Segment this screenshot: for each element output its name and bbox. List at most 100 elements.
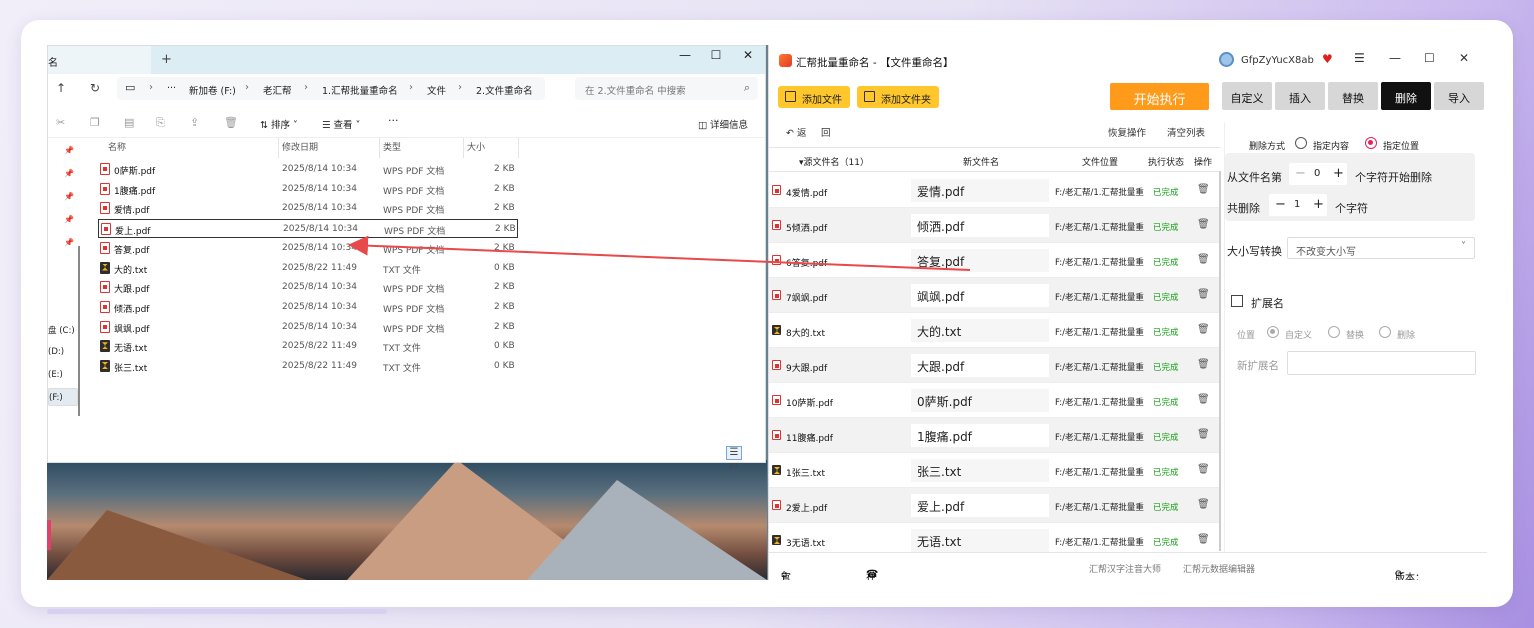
delete-row-icon[interactable]: 🗑: [1197, 324, 1210, 335]
file-row[interactable]: 大跟.pdf 2025/8/14 10:34 WPS PDF 文档 2 KB: [98, 278, 518, 297]
maximize-button[interactable]: ☐: [704, 48, 728, 62]
pin-icon[interactable]: 📌: [64, 146, 74, 155]
delete-row-icon[interactable]: 🗑: [1197, 429, 1210, 440]
breadcrumb-drive[interactable]: 新加卷 (F:): [189, 83, 236, 97]
decrement-icon[interactable]: −: [1275, 197, 1286, 212]
delete-row-icon[interactable]: 🗑: [1197, 289, 1210, 300]
extension-checkbox[interactable]: [1231, 295, 1243, 307]
rename-row[interactable]: 4爱情.pdf 爱情.pdf F:/老汇帮/1.汇帮批量重 已完成 🗑: [769, 173, 1221, 208]
pinyin-app-link[interactable]: 汇帮汉字注音大师: [1089, 562, 1161, 575]
tab-delete[interactable]: 删除: [1381, 82, 1431, 110]
from-stepper[interactable]: − 0 +: [1289, 163, 1347, 185]
add-folder-button[interactable]: 添加文件夹: [857, 86, 939, 108]
maximize-button[interactable]: ☐: [1424, 51, 1435, 65]
pin-icon[interactable]: 📌: [64, 192, 74, 201]
file-row[interactable]: 1腹痛.pdf 2025/8/14 10:34 WPS PDF 文档 2 KB: [98, 180, 518, 199]
close-button[interactable]: ✕: [736, 48, 760, 62]
tab-insert[interactable]: 插入: [1275, 82, 1325, 110]
rename-row[interactable]: 7飒飒.pdf 飒飒.pdf F:/老汇帮/1.汇帮批量重 已完成 🗑: [769, 278, 1221, 313]
more-crumbs[interactable]: ···: [167, 83, 176, 94]
radio-ext-delete-label[interactable]: 删除: [1397, 328, 1415, 341]
close-button[interactable]: ✕: [1459, 51, 1469, 65]
minimize-button[interactable]: —: [673, 48, 697, 62]
breadcrumb-files[interactable]: 文件: [427, 83, 446, 97]
breadcrumb-laohuibang[interactable]: 老汇帮: [263, 83, 292, 97]
delete-row-icon[interactable]: 🗑: [1197, 184, 1210, 195]
drive-e[interactable]: (E:): [48, 370, 63, 380]
rename-row[interactable]: 3无语.txt 无语.txt F:/老汇帮/1.汇帮批量重 已完成 🗑: [769, 523, 1221, 552]
file-row[interactable]: 爱上.pdf 2025/8/14 10:34 WPS PDF 文档 2 KB: [98, 219, 518, 239]
file-row[interactable]: 大的.txt 2025/8/22 11:49 TXT 文件 0 KB: [98, 259, 518, 278]
delete-icon[interactable]: 🗑: [224, 116, 238, 129]
metadata-app-link[interactable]: 汇帮元数据编辑器: [1183, 562, 1255, 575]
delete-row-icon[interactable]: 🗑: [1197, 359, 1210, 370]
add-file-button[interactable]: 添加文件: [778, 86, 850, 108]
rename-row[interactable]: 2爱上.pdf 爱上.pdf F:/老汇帮/1.汇帮批量重 已完成 🗑: [769, 488, 1221, 523]
minimize-button[interactable]: —: [1389, 51, 1401, 65]
rename-row[interactable]: 9大跟.pdf 大跟.pdf F:/老汇帮/1.汇帮批量重 已完成 🗑: [769, 348, 1221, 383]
file-row[interactable]: 飒飒.pdf 2025/8/14 10:34 WPS PDF 文档 2 KB: [98, 318, 518, 337]
tab-replace[interactable]: 替换: [1328, 82, 1378, 110]
paste-icon[interactable]: ▤: [124, 116, 134, 129]
restore-button[interactable]: 恢复操作: [1108, 125, 1146, 139]
refresh-icon[interactable]: ↻: [90, 81, 100, 95]
drive-c[interactable]: 盘 (C:): [48, 324, 75, 336]
file-row[interactable]: 张三.txt 2025/8/22 11:49 TXT 文件 0 KB: [98, 357, 518, 376]
up-icon[interactable]: ↑: [56, 81, 66, 95]
delete-row-icon[interactable]: 🗑: [1197, 219, 1210, 230]
list-scrollbar[interactable]: [1219, 171, 1221, 551]
file-row[interactable]: 爱情.pdf 2025/8/14 10:34 WPS PDF 文档 2 KB: [98, 199, 518, 218]
radio-ext-custom-label[interactable]: 自定义: [1285, 328, 1312, 341]
case-select[interactable]: 不改变大小写 ˅: [1287, 237, 1475, 259]
delete-row-icon[interactable]: 🗑: [1197, 499, 1210, 510]
details-view-icon[interactable]: ☰: [726, 446, 742, 460]
rename-row[interactable]: 6答复.pdf 答复.pdf F:/老汇帮/1.汇帮批量重 已完成 🗑: [769, 243, 1221, 278]
pin-icon[interactable]: 📌: [64, 215, 74, 224]
rename-icon[interactable]: ⎘: [156, 116, 165, 130]
count-stepper[interactable]: − 1 +: [1269, 194, 1327, 216]
decrement-icon[interactable]: −: [1295, 166, 1306, 181]
radio-ext-replace-label[interactable]: 替换: [1346, 328, 1364, 341]
increment-icon[interactable]: +: [1313, 197, 1324, 212]
radio-position[interactable]: [1365, 137, 1377, 149]
new-extension-input[interactable]: [1287, 351, 1476, 375]
rename-row[interactable]: 10萨斯.pdf 0萨斯.pdf F:/老汇帮/1.汇帮批量重 已完成 🗑: [769, 383, 1221, 418]
delete-row-icon[interactable]: 🗑: [1197, 254, 1210, 265]
increment-icon[interactable]: +: [1333, 166, 1344, 181]
breadcrumb-file-rename[interactable]: 2.文件重命名: [476, 83, 533, 97]
delete-row-icon[interactable]: 🗑: [1197, 464, 1210, 475]
drive-f[interactable]: (F:): [48, 388, 78, 406]
radio-ext-delete[interactable]: [1379, 326, 1391, 338]
col-type[interactable]: 类型: [383, 140, 401, 153]
pin-icon[interactable]: 📌: [64, 169, 74, 178]
col-name[interactable]: 名称: [108, 140, 126, 153]
share-icon[interactable]: ⇪: [190, 116, 199, 129]
vip-heart-icon[interactable]: ♥: [1322, 52, 1333, 66]
pane-splitter[interactable]: [78, 246, 80, 416]
sort-button[interactable]: ⇅ 排序 ˅: [260, 117, 298, 131]
grid-icon[interactable]: 回: [821, 125, 831, 139]
col-size[interactable]: 大小: [467, 140, 485, 153]
tab-custom[interactable]: 自定义: [1222, 82, 1272, 110]
details-button[interactable]: ◫ 详细信息: [698, 117, 748, 131]
file-row[interactable]: 答复.pdf 2025/8/14 10:34 WPS PDF 文档 2 KB: [98, 239, 518, 258]
explorer-tab[interactable]: 名: [48, 46, 151, 74]
col-date[interactable]: 修改日期: [282, 140, 318, 153]
radio-content-label[interactable]: 指定内容: [1313, 139, 1349, 152]
file-row[interactable]: 无语.txt 2025/8/22 11:49 TXT 文件 0 KB: [98, 337, 518, 356]
col-source-name[interactable]: ▾源文件名（11）: [799, 155, 869, 168]
back-button[interactable]: ↶ 返: [786, 125, 807, 139]
menu-icon[interactable]: ☰: [1354, 51, 1365, 65]
new-tab-button[interactable]: +: [161, 52, 172, 67]
count-value[interactable]: 1: [1294, 199, 1300, 210]
rename-row[interactable]: 5倾洒.pdf 倾洒.pdf F:/老汇帮/1.汇帮批量重 已完成 🗑: [769, 208, 1221, 243]
delete-row-icon[interactable]: 🗑: [1197, 534, 1210, 545]
tiles-view-icon[interactable]: ▭: [726, 460, 742, 474]
tab-import[interactable]: 导入: [1434, 82, 1484, 110]
file-row[interactable]: 倾洒.pdf 2025/8/14 10:34 WPS PDF 文档 2 KB: [98, 298, 518, 317]
address-box[interactable]: ▭ › ··· 新加卷 (F:) › 老汇帮 › 1.汇帮批量重命名 › 文件 …: [117, 77, 545, 100]
username[interactable]: GfpZyYucX8ab: [1241, 55, 1314, 66]
cut-icon[interactable]: ✂: [56, 116, 65, 129]
breadcrumb-rename-app[interactable]: 1.汇帮批量重命名: [322, 83, 398, 97]
rename-row[interactable]: 1张三.txt 张三.txt F:/老汇帮/1.汇帮批量重 已完成 🗑: [769, 453, 1221, 488]
